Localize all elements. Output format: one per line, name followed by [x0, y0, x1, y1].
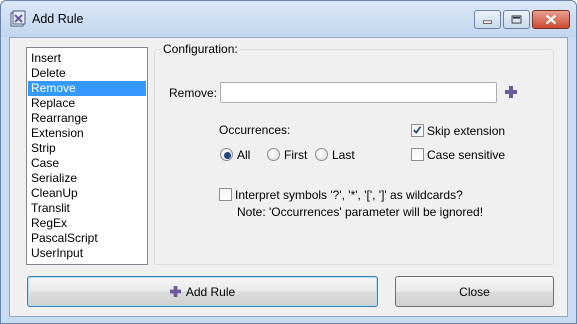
rule-list-item[interactable]: Extension — [28, 126, 146, 141]
close-window-button[interactable] — [532, 10, 570, 29]
wildcards-note: Note: 'Occurrences' parameter will be ig… — [237, 205, 484, 219]
rule-list-item[interactable]: Strip — [28, 141, 146, 156]
occurrences-label: Occurrences: — [219, 123, 291, 137]
dialog-client-area: Insert Delete Remove Replace Rearrange Extens… — [9, 37, 568, 317]
rule-list-item[interactable]: Serialize — [28, 171, 146, 186]
close-icon — [545, 14, 557, 25]
wildcards-label: Interpret symbols '?', '*', '[', ']' as … — [235, 188, 463, 202]
rule-list-item[interactable]: Case — [28, 156, 146, 171]
maximize-icon — [511, 15, 522, 24]
checkmark-icon — [413, 126, 422, 134]
configuration-label: Configuration: — [161, 42, 240, 56]
rule-list-item[interactable]: Insert — [28, 51, 146, 66]
radio-selected-dot — [224, 152, 231, 159]
remove-input[interactable] — [220, 82, 497, 103]
add-rule-button-label: Add Rule — [185, 284, 236, 299]
minimize-icon — [483, 20, 492, 24]
close-button[interactable]: Close — [395, 276, 554, 307]
radio-first-label: First — [284, 148, 308, 162]
add-rule-button[interactable]: Add Rule — [27, 276, 378, 307]
minimize-button[interactable] — [474, 10, 501, 29]
window-title: Add Rule — [32, 12, 84, 26]
rule-list-item[interactable]: CleanUp — [28, 186, 146, 201]
title-bar[interactable]: Add Rule — [1, 1, 576, 37]
rule-list-item[interactable]: RegEx — [28, 216, 146, 231]
add-rule-window: Add Rule Insert Delete Remove Replace Rearra… — [0, 0, 577, 324]
plus-icon — [169, 286, 181, 297]
close-button-label: Close — [459, 284, 490, 299]
rule-list-item[interactable]: PascalScript — [28, 231, 146, 246]
radio-all-label: All — [237, 148, 251, 162]
rule-list-item[interactable]: Remove — [28, 81, 146, 96]
maximize-button[interactable] — [503, 10, 530, 29]
skip-extension-label: Skip extension — [427, 124, 506, 138]
rule-list-item[interactable]: Translit — [28, 201, 146, 216]
rule-list-item[interactable]: Rearrange — [28, 111, 146, 126]
rule-list-item[interactable]: UserInput — [28, 246, 146, 261]
rule-list-item[interactable]: Delete — [28, 66, 146, 81]
plus-icon[interactable] — [505, 86, 517, 98]
remove-label: Remove: — [169, 86, 218, 100]
case-sensitive-label: Case sensitive — [427, 148, 506, 162]
radio-last-label: Last — [332, 148, 355, 162]
rule-list[interactable]: Insert Delete Remove Replace Rearrange Extens… — [26, 47, 148, 265]
rule-list-item[interactable]: Replace — [28, 96, 146, 111]
app-icon — [10, 10, 26, 27]
